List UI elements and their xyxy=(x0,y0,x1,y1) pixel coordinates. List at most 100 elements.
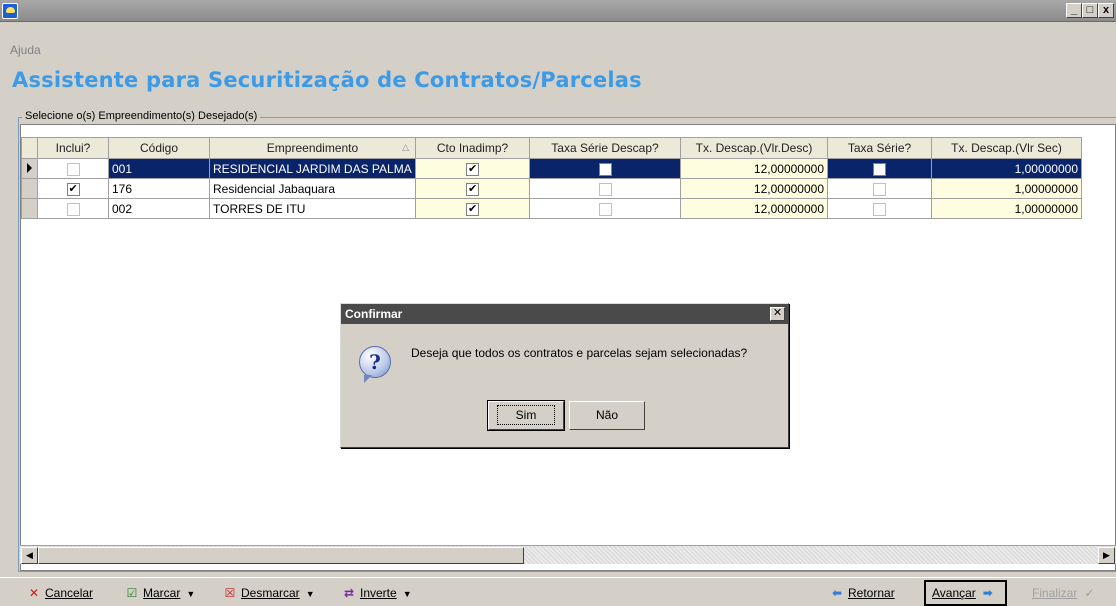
menu-bar xyxy=(0,22,1116,44)
nao-button[interactable]: Não xyxy=(569,401,645,430)
table-row[interactable]: 176 Residencial Jabaquara 12,00000000 1,… xyxy=(21,178,1082,199)
confirm-dialog: Confirmar ✕ ? Deseja que todos os contra… xyxy=(340,303,789,448)
scroll-left-icon[interactable]: ◀ xyxy=(21,547,38,564)
grid-header-row: Inclui? Código Empreendimento △ Cto Inadi… xyxy=(21,137,1082,159)
chevron-down-icon[interactable]: ▼ xyxy=(306,589,315,599)
row-indicator xyxy=(21,198,38,219)
checkbox-cto-inadimp[interactable] xyxy=(466,162,479,176)
cell-cto-inadimp[interactable] xyxy=(415,178,530,199)
page-title: Assistente para Securitização de Contrat… xyxy=(12,68,642,92)
marcar-label: Marcar xyxy=(143,586,181,600)
finalizar-label: Finalizar xyxy=(1032,586,1078,600)
cell-tx-descap-vlr-desc[interactable]: 12,00000000 xyxy=(680,178,828,199)
cell-inclui[interactable] xyxy=(37,158,109,179)
cell-taxa-serie-descap[interactable] xyxy=(529,198,681,219)
retornar-label: Retornar xyxy=(848,586,895,600)
arrow-right-icon: ➡ xyxy=(982,586,993,600)
sim-label: Sim xyxy=(496,405,556,425)
cell-inclui[interactable] xyxy=(37,178,109,199)
chevron-down-icon[interactable]: ▼ xyxy=(186,589,195,599)
window-titlebar: _ □ x xyxy=(0,0,1116,22)
desmarcar-label: Desmarcar xyxy=(241,586,300,600)
cell-tx-descap-vlr-desc[interactable]: 12,00000000 xyxy=(680,158,828,179)
close-button[interactable]: x xyxy=(1098,3,1114,18)
col-header-taxa-serie-descap[interactable]: Taxa Série Descap? xyxy=(529,137,681,159)
col-header-empreendimento[interactable]: Empreendimento △ xyxy=(209,137,416,159)
checkbox-taxa-serie[interactable] xyxy=(873,162,886,176)
invert-doc-icon: ⇄ xyxy=(343,586,355,600)
maximize-button[interactable]: □ xyxy=(1082,3,1098,18)
scroll-right-icon[interactable]: ▶ xyxy=(1098,547,1115,564)
cell-taxa-serie[interactable] xyxy=(827,158,932,179)
dialog-close-icon[interactable]: ✕ xyxy=(770,307,785,321)
table-row[interactable]: 001 RESIDENCIAL JARDIM DAS PALMA 12,0000… xyxy=(21,158,1082,179)
finalizar-button[interactable]: Finalizar ✓ xyxy=(1032,583,1100,603)
scroll-thumb[interactable] xyxy=(38,547,524,564)
bottom-toolbar: ✕ Cancelar ☑ Marcar ▼ ☒ Desmarcar ▼ ⇄ Inverte ▼… xyxy=(0,577,1116,606)
cancelar-label: Cancelar xyxy=(45,586,94,600)
cell-cto-inadimp[interactable] xyxy=(415,158,530,179)
inverte-button[interactable]: ⇄ Inverte ▼ xyxy=(341,583,412,603)
cell-codigo[interactable]: 176 xyxy=(108,178,210,199)
inverte-label: Inverte xyxy=(360,586,397,600)
row-indicator xyxy=(21,178,38,199)
cell-empreendimento[interactable]: TORRES DE ITU xyxy=(209,198,416,219)
cell-taxa-serie-descap[interactable] xyxy=(529,178,681,199)
col-header-taxa-serie[interactable]: Taxa Série? xyxy=(827,137,932,159)
uncheck-doc-icon: ☒ xyxy=(224,586,236,600)
desmarcar-button[interactable]: ☒ Desmarcar ▼ xyxy=(222,583,315,603)
cell-codigo[interactable]: 002 xyxy=(108,198,210,219)
checkbox-inclui[interactable] xyxy=(66,182,80,196)
retornar-button[interactable]: ⬅ Retornar xyxy=(829,583,895,603)
horizontal-scrollbar[interactable]: ◀ ▶ xyxy=(20,545,1116,564)
window-controls: _ □ x xyxy=(1066,3,1114,18)
checkmark-icon: ✓ xyxy=(1084,586,1095,600)
cell-tx-descap-vlr-sec[interactable]: 1,00000000 xyxy=(931,198,1082,219)
cell-cto-inadimp[interactable] xyxy=(415,198,530,219)
question-icon: ? xyxy=(359,346,391,383)
avancar-button[interactable]: Avançar ➡ xyxy=(924,580,1007,606)
dialog-titlebar: Confirmar ✕ xyxy=(341,304,788,324)
check-doc-icon: ☑ xyxy=(126,586,138,600)
table-row[interactable]: 002 TORRES DE ITU 12,00000000 1,00000000 xyxy=(21,198,1082,219)
chevron-down-icon[interactable]: ▼ xyxy=(403,589,412,599)
checkbox-taxa-serie[interactable] xyxy=(873,202,886,216)
cell-tx-descap-vlr-sec[interactable]: 1,00000000 xyxy=(931,158,1082,179)
avancar-label: Avançar xyxy=(932,586,976,600)
cancelar-button[interactable]: ✕ Cancelar xyxy=(26,583,93,603)
cancel-x-icon: ✕ xyxy=(28,586,40,600)
cell-empreendimento[interactable]: Residencial Jabaquara xyxy=(209,178,416,199)
sim-button[interactable]: Sim xyxy=(487,400,565,431)
col-header-tx-descap-vlr-desc[interactable]: Tx. Descap.(Vlr.Desc) xyxy=(680,137,828,159)
checkbox-cto-inadimp[interactable] xyxy=(466,202,479,216)
col-header-inclui[interactable]: Inclui? xyxy=(37,137,109,159)
checkbox-inclui[interactable] xyxy=(66,162,80,176)
grid-table: Inclui? Código Empreendimento △ Cto Inadi… xyxy=(21,137,1082,219)
col-header-cto-inadimp[interactable]: Cto Inadimp? xyxy=(415,137,530,159)
cell-taxa-serie-descap[interactable] xyxy=(529,158,681,179)
cell-empreendimento[interactable]: RESIDENCIAL JARDIM DAS PALMA xyxy=(209,158,416,179)
checkbox-inclui[interactable] xyxy=(66,202,80,216)
minimize-button[interactable]: _ xyxy=(1066,3,1082,18)
cell-inclui[interactable] xyxy=(37,198,109,219)
col-header-codigo[interactable]: Código xyxy=(108,137,210,159)
checkbox-cto-inadimp[interactable] xyxy=(466,182,479,196)
arrow-left-icon: ⬅ xyxy=(831,586,843,600)
cell-tx-descap-vlr-desc[interactable]: 12,00000000 xyxy=(680,198,828,219)
cell-codigo[interactable]: 001 xyxy=(108,158,210,179)
current-row-indicator xyxy=(21,158,38,179)
cell-tx-descap-vlr-sec[interactable]: 1,00000000 xyxy=(931,178,1082,199)
cell-taxa-serie[interactable] xyxy=(827,198,932,219)
dialog-message: Deseja que todos os contratos e parcelas… xyxy=(411,346,748,360)
cell-taxa-serie[interactable] xyxy=(827,178,932,199)
checkbox-taxa-serie-descap[interactable] xyxy=(598,202,612,216)
checkbox-taxa-serie[interactable] xyxy=(873,182,886,196)
sort-ascending-icon: △ xyxy=(402,142,409,152)
row-indicator-header xyxy=(21,137,38,159)
menu-ajuda[interactable]: Ajuda xyxy=(10,43,41,57)
checkbox-taxa-serie-descap[interactable] xyxy=(598,182,612,196)
col-header-empreendimento-label: Empreendimento xyxy=(266,141,359,155)
col-header-tx-descap-vlr-sec[interactable]: Tx. Descap.(Vlr Sec) xyxy=(931,137,1082,159)
marcar-button[interactable]: ☑ Marcar ▼ xyxy=(124,583,196,603)
checkbox-taxa-serie-descap[interactable] xyxy=(598,162,612,176)
